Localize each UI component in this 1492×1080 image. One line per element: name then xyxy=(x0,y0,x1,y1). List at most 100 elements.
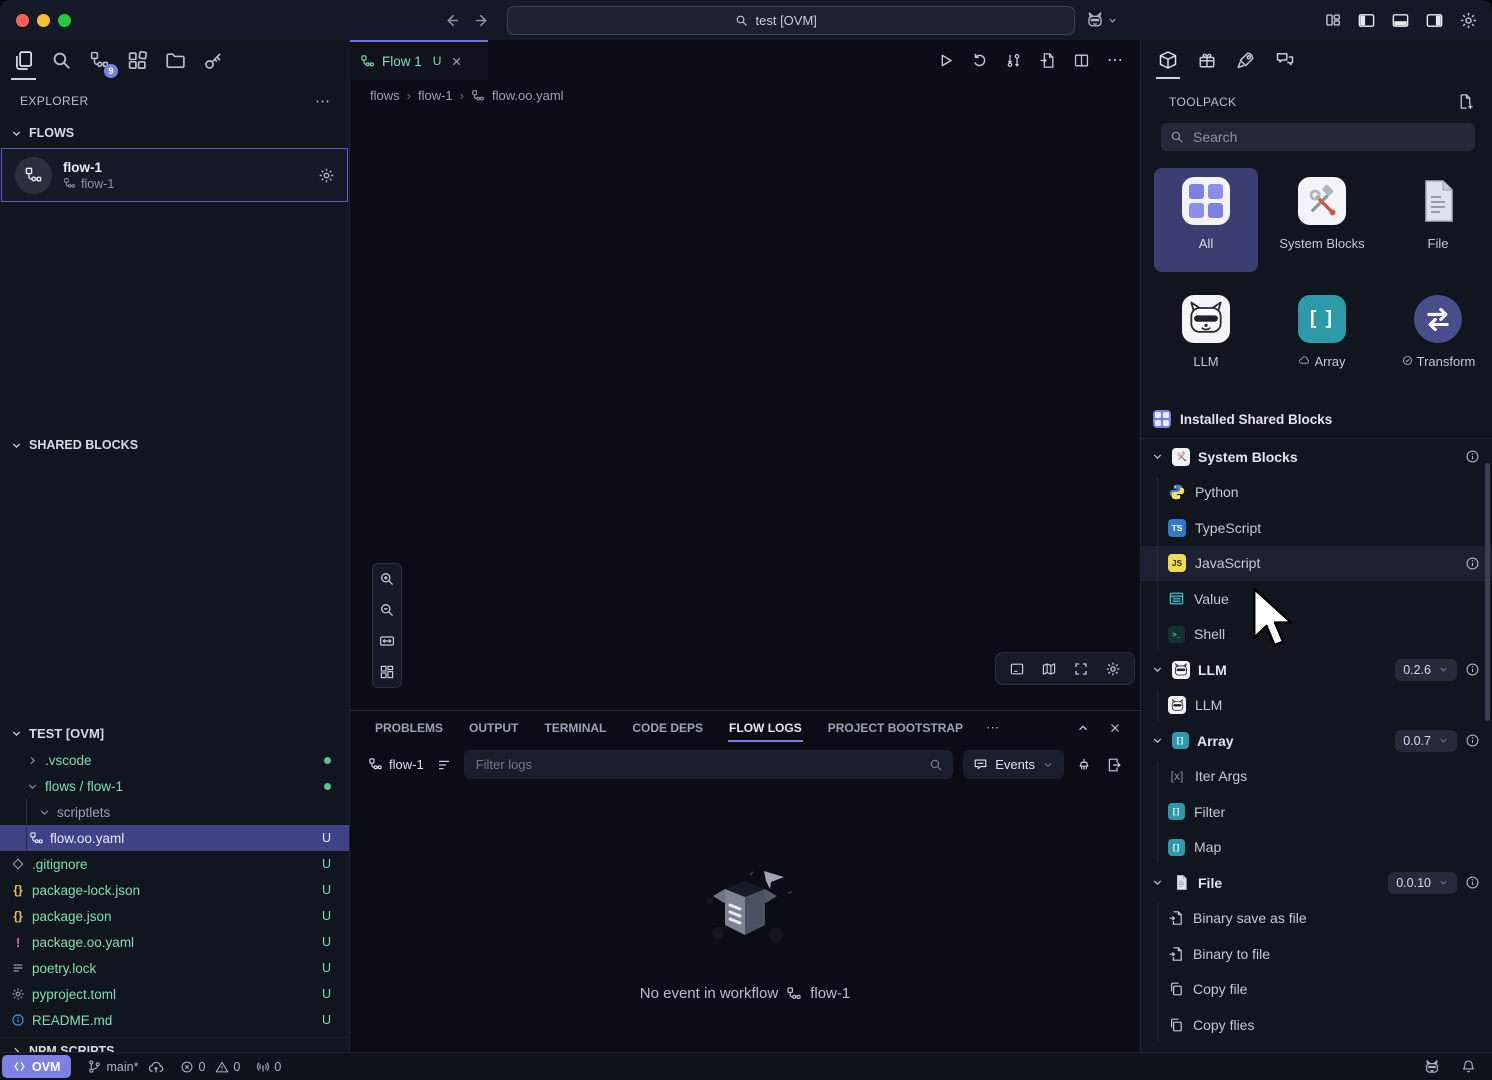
export-logs-button[interactable] xyxy=(1104,757,1124,773)
history-back-button[interactable] xyxy=(441,10,462,31)
tree-item-scriptlets[interactable]: scriptlets xyxy=(0,799,349,825)
flows-activity-button[interactable]: 9 xyxy=(86,47,113,74)
llm-version-select[interactable]: 0.2.6 xyxy=(1395,659,1457,681)
file-version-select[interactable]: 0.0.10 xyxy=(1388,872,1457,894)
tab-output[interactable]: OUTPUT xyxy=(456,711,531,744)
history-forward-button[interactable] xyxy=(472,10,493,31)
deploy-tab-button[interactable] xyxy=(1233,47,1259,73)
minimap-button[interactable] xyxy=(1041,661,1057,677)
problems-indicator[interactable]: 0 0 xyxy=(180,1060,240,1074)
settings-gear-button[interactable] xyxy=(1459,11,1478,30)
rerun-flow-button[interactable] xyxy=(971,52,988,69)
secrets-activity-button[interactable] xyxy=(200,47,227,74)
customize-layout-button[interactable] xyxy=(1324,11,1342,29)
remote-indicator[interactable]: OVM xyxy=(2,1055,71,1078)
toggle-panel-button[interactable] xyxy=(1009,661,1025,677)
block-javascript[interactable]: JS JavaScript xyxy=(1141,546,1492,582)
open-changes-button[interactable] xyxy=(1039,52,1056,69)
more-actions-button[interactable]: ⋯ xyxy=(1107,50,1124,70)
tab-project-bootstrap[interactable]: PROJECT BOOTSTRAP xyxy=(815,711,976,744)
tree-item-flows-flow-1[interactable]: flows / flow-1 xyxy=(0,773,349,799)
toggle-right-sidebar-button[interactable] xyxy=(1425,11,1444,30)
info-icon[interactable] xyxy=(1465,875,1480,890)
block-binary-save-as-file[interactable]: Binary save as file xyxy=(1141,901,1492,937)
tile-transform[interactable]: Transform xyxy=(1386,286,1490,390)
shared-blocks-section-header[interactable]: SHARED BLOCKS xyxy=(0,432,349,458)
events-filter-dropdown[interactable]: Events xyxy=(963,750,1064,779)
clear-logs-button[interactable] xyxy=(1074,757,1094,773)
block-binary-to-file[interactable]: Binary to file xyxy=(1141,936,1492,972)
toolpack-search-field[interactable] xyxy=(1161,123,1475,151)
tree-item-package-lock-json[interactable]: {} package-lock.json U xyxy=(0,877,349,903)
tree-item-flow-oo-yaml[interactable]: flow.oo.yaml U xyxy=(0,825,349,851)
block-iter-args[interactable]: [x] Iter Args xyxy=(1141,759,1492,795)
filter-logs-input[interactable] xyxy=(474,756,930,773)
block-value[interactable]: Value xyxy=(1141,581,1492,617)
fit-view-button[interactable] xyxy=(376,630,398,652)
maximize-panel-button[interactable] xyxy=(1076,721,1090,735)
block-typescript[interactable]: TS TypeScript xyxy=(1141,510,1492,546)
block-copy-flies[interactable]: Copy flies xyxy=(1141,1007,1492,1043)
toolpack-tab-button[interactable] xyxy=(1155,47,1181,73)
extensions-activity-button[interactable] xyxy=(124,47,151,74)
filter-logs-field[interactable] xyxy=(464,750,954,779)
tile-system-blocks[interactable]: System Blocks xyxy=(1270,168,1374,272)
search-activity-button[interactable] xyxy=(48,47,75,74)
tile-array[interactable]: [ ] Array xyxy=(1270,286,1374,390)
close-window-button[interactable] xyxy=(16,14,29,27)
array-version-select[interactable]: 0.0.7 xyxy=(1395,730,1457,752)
folder-activity-button[interactable] xyxy=(162,47,189,74)
tab-terminal[interactable]: TERMINAL xyxy=(531,711,619,744)
command-center-search[interactable] xyxy=(507,6,1075,35)
git-sync-button[interactable] xyxy=(1005,52,1022,69)
group-system-blocks[interactable]: System Blocks xyxy=(1141,439,1492,475)
auto-layout-button[interactable] xyxy=(376,661,398,683)
breadcrumb-flow-1[interactable]: flow-1 xyxy=(418,88,453,103)
info-icon[interactable] xyxy=(1465,556,1480,571)
run-flow-button[interactable] xyxy=(937,52,954,69)
fullscreen-button[interactable] xyxy=(1073,661,1089,677)
notifications-bell-button[interactable] xyxy=(1461,1059,1476,1074)
marketplace-tab-button[interactable] xyxy=(1194,47,1220,73)
tab-code-deps[interactable]: CODE DEPS xyxy=(619,711,716,744)
assistant-menu-button[interactable] xyxy=(1085,10,1118,30)
log-view-mode-button[interactable] xyxy=(436,757,452,773)
split-editor-button[interactable] xyxy=(1073,52,1090,69)
toolpack-search-input[interactable] xyxy=(1191,128,1466,146)
flow-settings-button[interactable] xyxy=(318,167,335,184)
flows-section-header[interactable]: FLOWS xyxy=(0,120,349,146)
tree-item-gitignore[interactable]: .gitignore U xyxy=(0,851,349,877)
close-tab-button[interactable] xyxy=(450,55,463,68)
breadcrumb-flows[interactable]: flows xyxy=(370,88,400,103)
tree-item-package-oo-yaml[interactable]: ! package.oo.yaml U xyxy=(0,929,349,955)
group-llm[interactable]: LLM 0.2.6 xyxy=(1141,652,1492,688)
block-python[interactable]: Python xyxy=(1141,475,1492,511)
zoom-out-button[interactable] xyxy=(376,599,398,621)
group-array[interactable]: [] Array 0.0.7 xyxy=(1141,723,1492,759)
block-filter[interactable]: [] Filter xyxy=(1141,794,1492,830)
info-icon[interactable] xyxy=(1465,662,1480,677)
tree-item-package-json[interactable]: {} package.json U xyxy=(0,903,349,929)
tab-flow-logs[interactable]: FLOW LOGS xyxy=(716,711,815,744)
panel-tabs-overflow-button[interactable]: ⋯ xyxy=(976,720,1010,736)
tile-all[interactable]: All xyxy=(1154,168,1258,272)
block-map[interactable]: [] Map xyxy=(1141,830,1492,866)
assistant-status-button[interactable] xyxy=(1423,1058,1441,1076)
maximize-window-button[interactable] xyxy=(58,14,71,27)
info-icon[interactable] xyxy=(1465,449,1480,464)
tile-file[interactable]: File xyxy=(1386,168,1490,272)
toggle-left-sidebar-button[interactable] xyxy=(1357,11,1376,30)
toggle-bottom-panel-button[interactable] xyxy=(1391,11,1410,30)
git-branch-indicator[interactable]: main* xyxy=(87,1059,164,1075)
minimize-window-button[interactable] xyxy=(37,14,50,27)
breadcrumb-file[interactable]: flow.oo.yaml xyxy=(492,88,564,103)
info-icon[interactable] xyxy=(1465,733,1480,748)
tab-problems[interactable]: PROBLEMS xyxy=(362,711,456,744)
block-llm[interactable]: LLM xyxy=(1141,688,1492,724)
tab-flow-1[interactable]: Flow 1 U xyxy=(350,40,488,80)
discussions-tab-button[interactable] xyxy=(1272,47,1298,73)
tree-item-pyproject-toml[interactable]: pyproject.toml U xyxy=(0,981,349,1007)
close-panel-button[interactable] xyxy=(1108,721,1122,735)
tree-item-readme-md[interactable]: README.md U xyxy=(0,1007,349,1033)
group-file[interactable]: File 0.0.10 xyxy=(1141,865,1492,901)
